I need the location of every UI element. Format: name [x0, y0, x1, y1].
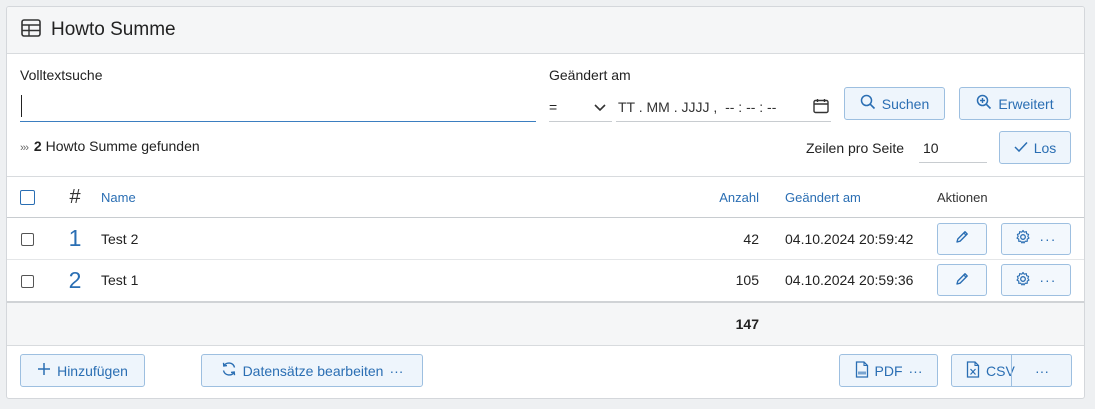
add-button[interactable]: Hinzufügen: [20, 354, 145, 387]
row-checkbox[interactable]: [21, 233, 34, 247]
count-column-header[interactable]: Anzahl: [658, 176, 759, 218]
row-count: 105: [735, 272, 759, 289]
go-button[interactable]: Los: [999, 131, 1071, 164]
zoom-in-icon: [976, 94, 992, 113]
row-changed: 04.10.2024 20:59:42: [785, 230, 914, 247]
date-time-input[interactable]: TT . MM . JJJJ , -- : -- : --: [616, 92, 831, 122]
edit-button[interactable]: [937, 264, 987, 297]
gear-icon: [1015, 271, 1031, 290]
results-count: 2: [33, 138, 42, 154]
row-name: Test 2: [101, 230, 139, 247]
date-placeholder: TT . MM . JJJJ , -- : -- : --: [618, 98, 777, 115]
results-table: # Name Anzahl Geändert am Aktionen 1 Tes…: [7, 176, 1084, 346]
chevrons-right-icon: ›››: [20, 142, 29, 154]
ellipsis-icon: ···: [1035, 362, 1049, 379]
fulltext-search-input[interactable]: [20, 92, 536, 122]
results-text: Howto Summe gefunden: [45, 138, 200, 154]
row-name: Test 1: [101, 272, 139, 289]
pencil-icon: [954, 229, 970, 248]
row-index-link[interactable]: 2: [69, 267, 82, 293]
gear-icon: [1015, 229, 1031, 248]
pdf-export-button[interactable]: PDF ···: [839, 354, 938, 387]
table-row: 2 Test 1 105 04.10.2024 20:59:36 ···: [7, 260, 1084, 302]
totals-row: 147: [7, 300, 1084, 346]
ellipsis-icon: ···: [1039, 230, 1057, 247]
refresh-icon: [221, 361, 237, 380]
date-operator-value: =: [549, 98, 558, 115]
advanced-search-button[interactable]: Erweitert: [959, 87, 1071, 120]
total-count: 147: [658, 300, 759, 346]
search-button-label: Suchen: [881, 95, 930, 112]
calendar-icon[interactable]: [813, 98, 829, 117]
row-options-button[interactable]: ···: [1000, 264, 1071, 297]
ellipsis-icon: ···: [908, 362, 923, 379]
panel-footer: Hinzufügen Datensätze bearbeiten ··· PDF…: [7, 346, 1084, 398]
pdf-button-label: PDF: [874, 362, 903, 379]
row-changed: 04.10.2024 20:59:36: [785, 272, 914, 289]
rows-per-page-input[interactable]: 10: [919, 133, 987, 163]
pencil-icon: [954, 271, 970, 290]
name-column-header[interactable]: Name: [100, 176, 658, 218]
howto-summe-panel: Howto Summe Volltextsuche Geändert am = …: [6, 6, 1085, 399]
edit-records-label: Datensätze bearbeiten: [242, 362, 384, 379]
ellipsis-icon: ···: [389, 362, 404, 379]
changed-date-label: Geändert am: [549, 67, 631, 83]
results-summary: ››› 2 Howto Summe gefunden: [20, 138, 200, 154]
go-button-label: Los: [1033, 139, 1057, 156]
row-checkbox[interactable]: [21, 275, 34, 289]
select-all-checkbox[interactable]: [20, 190, 35, 206]
check-icon: [1014, 140, 1028, 156]
row-count: 42: [743, 230, 759, 247]
search-icon: [860, 94, 876, 113]
search-button[interactable]: Suchen: [844, 87, 945, 120]
date-operator-select[interactable]: =: [549, 92, 612, 122]
row-options-button[interactable]: ···: [1000, 222, 1071, 255]
ellipsis-icon: ···: [1039, 272, 1057, 289]
table-row: 1 Test 2 42 04.10.2024 20:59:42 ···: [7, 218, 1084, 260]
edit-records-button[interactable]: Datensätze bearbeiten ···: [201, 354, 423, 387]
pdf-file-icon: [855, 360, 869, 381]
csv-file-icon: [966, 360, 980, 381]
plus-icon: [37, 362, 51, 379]
table-icon: [21, 18, 41, 42]
add-button-label: Hinzufügen: [57, 362, 128, 379]
text-caret: [21, 95, 22, 117]
actions-column-header: Aktionen: [937, 176, 1084, 218]
changed-column-header[interactable]: Geändert am: [785, 176, 937, 218]
panel-header: Howto Summe: [7, 7, 1084, 54]
rows-per-page-label: Zeilen pro Seite: [806, 140, 905, 156]
advanced-button-label: Erweitert: [998, 95, 1054, 112]
page-title: Howto Summe: [51, 19, 176, 40]
table-header-row: # Name Anzahl Geändert am Aktionen: [7, 176, 1084, 218]
edit-button[interactable]: [937, 222, 987, 255]
row-index-link[interactable]: 1: [69, 225, 82, 251]
rows-per-page-value: 10: [923, 140, 939, 156]
chevron-down-icon: [594, 100, 606, 116]
index-column-header: #: [50, 176, 100, 218]
fulltext-label: Volltextsuche: [20, 67, 103, 83]
export-more-button[interactable]: ···: [1012, 354, 1072, 387]
